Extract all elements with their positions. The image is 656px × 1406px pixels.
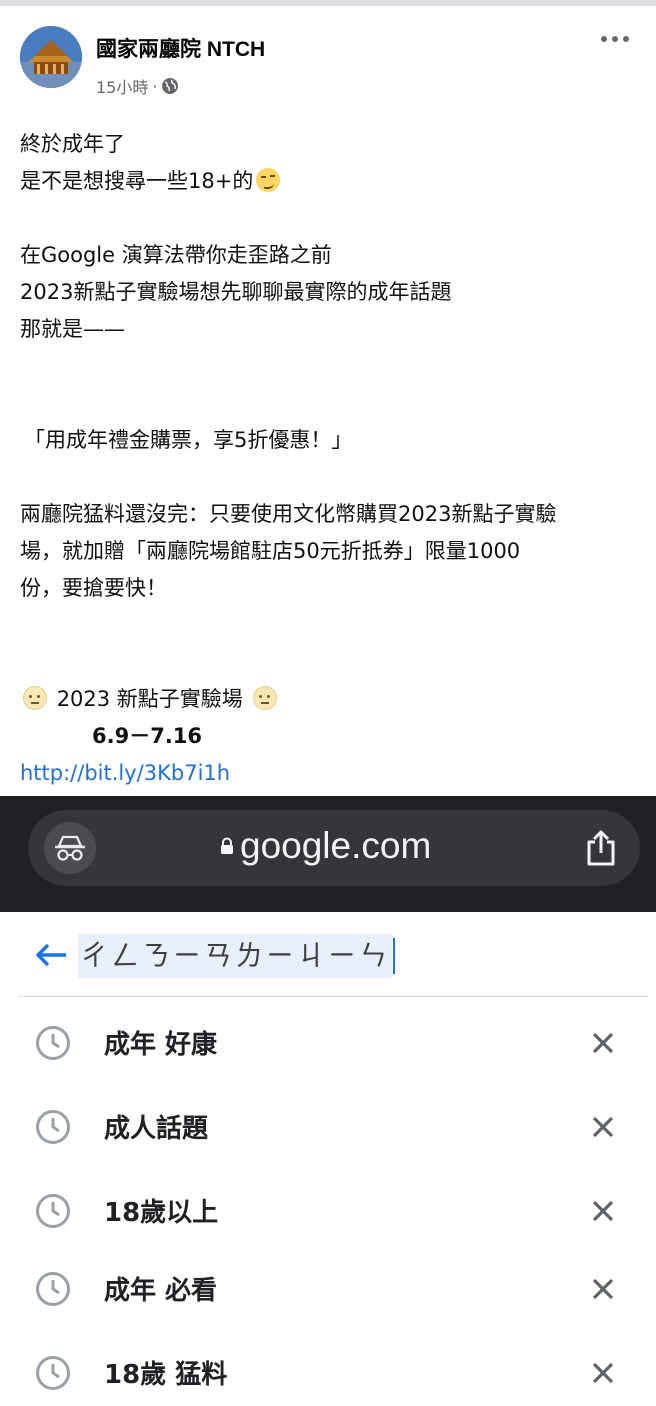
suggestion-text: 18歲以上 (104, 1198, 219, 1228)
incognito-icon (55, 835, 85, 861)
post-text-line: 在Google 演算法帶你走歪路之前 (20, 243, 332, 267)
text-caret (393, 938, 396, 974)
remove-icon[interactable] (590, 1198, 616, 1224)
neutral-face-icon (252, 686, 277, 710)
search-row: ㄔㄥㄋㄧㄢㄌㄧㄐㄧㄣ (0, 912, 656, 996)
event-line: 2023 新點子實驗場 (20, 681, 645, 718)
post-text-line: 那就是—— (20, 317, 125, 341)
share-icon[interactable] (583, 828, 619, 868)
remove-icon[interactable] (590, 1276, 616, 1302)
smirking-face-icon (256, 168, 281, 192)
url-display[interactable]: google.com (220, 825, 431, 867)
suggestion-item[interactable]: 18歲以上 (0, 1174, 656, 1244)
page-name[interactable]: 國家兩廳院 NTCH (96, 33, 265, 63)
search-input[interactable]: ㄔㄥㄋㄧㄢㄌㄧㄐㄧㄣ (78, 934, 396, 978)
post-text-line: 是不是想搜尋一些18+的 (20, 163, 645, 200)
history-clock-icon (36, 1272, 70, 1306)
history-clock-icon (36, 1110, 70, 1144)
suggestion-text: 18歲 猛料 (104, 1360, 228, 1390)
post-meta: 15小時 · (96, 74, 179, 98)
suggestion-text: 成人話題 (104, 1114, 209, 1144)
back-arrow-icon[interactable] (34, 942, 68, 968)
remove-icon[interactable] (590, 1114, 616, 1140)
globe-icon (162, 78, 179, 94)
post-text-line: 終於成年了 (20, 132, 125, 156)
neutral-face-icon (23, 686, 47, 710)
lock-icon (221, 837, 233, 854)
address-bar[interactable]: google.com (28, 810, 640, 886)
meta-separator: · (152, 76, 158, 96)
suggestion-text: 成年 好康 (104, 1030, 218, 1060)
top-strip (0, 0, 656, 6)
history-clock-icon (36, 1194, 70, 1228)
suggestion-item[interactable]: 成人話題 (0, 1090, 656, 1160)
search-query-text: ㄔㄥㄋㄧㄢㄌㄧㄐㄧㄣ (80, 939, 391, 972)
remove-icon[interactable] (590, 1360, 616, 1386)
avatar[interactable] (20, 26, 82, 88)
history-clock-icon (36, 1026, 70, 1060)
remove-icon[interactable] (590, 1030, 616, 1056)
post-text-line: 2023新點子實驗場想先聊聊最實際的成年話題 (20, 280, 452, 304)
suggestion-item[interactable]: 成年 好康 (0, 1006, 656, 1076)
url-text: google.com (240, 825, 432, 866)
incognito-button[interactable] (44, 822, 96, 874)
browser-toolbar: google.com (0, 796, 656, 912)
post-text-line: 場，就加贈「兩廳院場館駐店50元折抵券」限量1000 (20, 539, 521, 563)
post-text-line: 份，要搶要快！ (20, 576, 167, 600)
post-text-line: 「用成年禮金購票，享5折優惠！」 (24, 428, 353, 452)
post-link[interactable]: http://bit.ly/3Kb7i1h (20, 755, 645, 792)
post-timestamp[interactable]: 15小時 (96, 74, 148, 98)
more-options-icon[interactable] (598, 30, 632, 48)
event-dates: 6.9－7.16 (92, 724, 203, 748)
post-body: 終於成年了 是不是想搜尋一些18+的 在Google 演算法帶你走歪路之前 20… (20, 126, 645, 792)
post-text-line: 兩廳院猛料還沒完：只要使用文化幣購買2023新點子實驗 (20, 502, 557, 526)
suggestion-item[interactable]: 18歲 猛料 (0, 1336, 656, 1406)
divider (18, 996, 648, 997)
suggestion-text: 成年 必看 (104, 1276, 218, 1306)
suggestion-item[interactable]: 成年 必看 (0, 1252, 656, 1322)
history-clock-icon (36, 1356, 70, 1390)
